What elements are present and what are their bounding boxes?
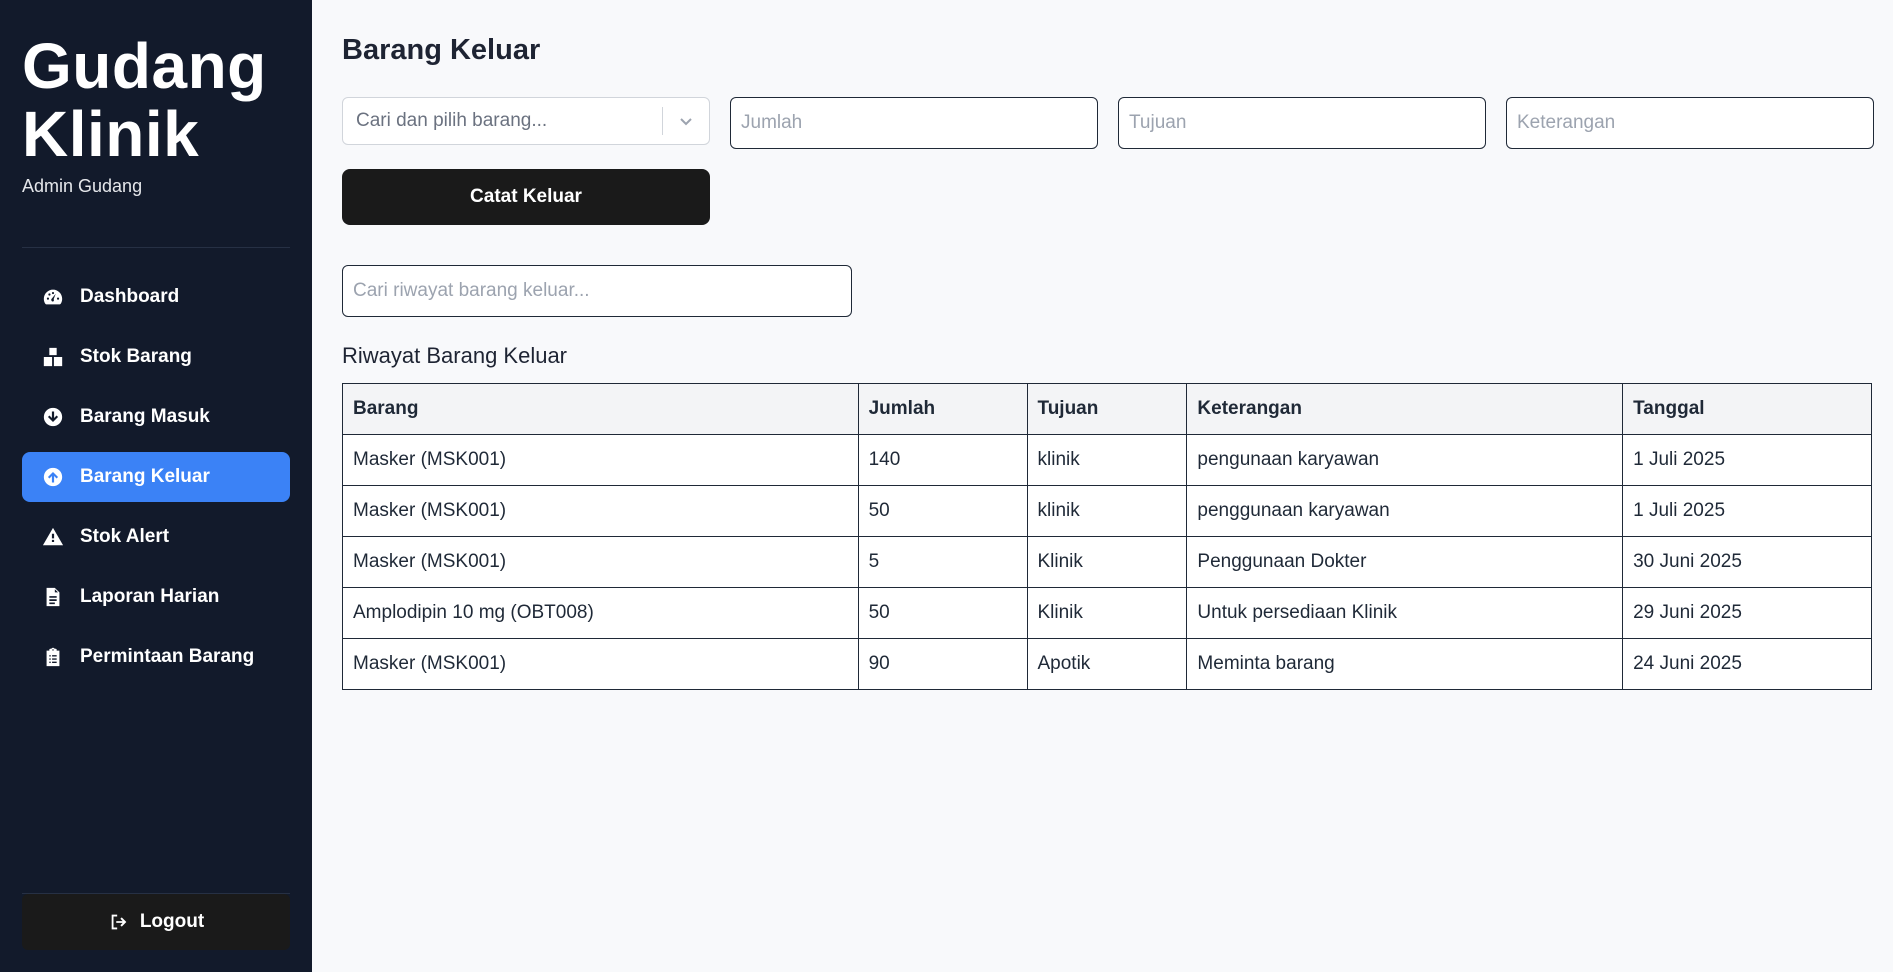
jumlah-input[interactable] [730, 97, 1098, 149]
column-header-jumlah: Jumlah [857, 383, 1028, 435]
sidebar-item-barang-masuk[interactable]: Barang Masuk [22, 392, 290, 442]
cell-tanggal: 1 Juli 2025 [1622, 485, 1872, 537]
keterangan-input[interactable] [1506, 97, 1874, 149]
cell-jumlah: 50 [857, 485, 1028, 537]
cell-jumlah: 50 [857, 587, 1028, 639]
cell-barang: Masker (MSK001) [342, 536, 859, 588]
table-row: Masker (MSK001) 140 klinik pengunaan kar… [342, 434, 1872, 486]
cell-tujuan: Klinik [1026, 536, 1188, 588]
brand-line-1: Gudang [22, 30, 267, 102]
sidebar-item-label: Barang Masuk [80, 406, 210, 427]
brand-title: Gudang Klinik [22, 0, 290, 168]
column-header-keterangan: Keterangan [1186, 383, 1624, 435]
logout-button[interactable]: Logout [22, 894, 290, 950]
cell-barang: Masker (MSK001) [342, 485, 859, 537]
column-header-tanggal: Tanggal [1622, 383, 1872, 435]
sign-out-icon [111, 914, 127, 930]
cell-tujuan: klinik [1026, 434, 1188, 486]
table-header-row: Barang Jumlah Tujuan Keterangan Tanggal [342, 383, 1872, 435]
clipboard-list-icon [42, 646, 64, 668]
cell-tanggal: 30 Juni 2025 [1622, 536, 1872, 588]
cell-jumlah: 140 [857, 434, 1028, 486]
chevron-down-icon[interactable] [663, 113, 709, 129]
logout-label: Logout [139, 911, 205, 932]
sidebar-item-dashboard[interactable]: Dashboard [22, 272, 290, 322]
column-header-barang: Barang [342, 383, 859, 435]
catat-keluar-button[interactable]: Catat Keluar [342, 169, 710, 225]
sidebar-item-label: Stok Alert [80, 526, 170, 547]
brand-subtitle: Admin Gudang [22, 176, 143, 196]
history-title: Riwayat Barang Keluar [342, 343, 568, 368]
table-row: Masker (MSK001) 50 klinik penggunaan kar… [342, 485, 1872, 537]
sidebar-item-stok-alert[interactable]: Stok Alert [22, 512, 290, 562]
cell-tujuan: klinik [1026, 485, 1188, 537]
cell-tujuan: Klinik [1026, 587, 1188, 639]
sidebar-item-label: Laporan Harian [80, 586, 220, 607]
cell-keterangan: penggunaan karyawan [1186, 485, 1624, 537]
history-search-input[interactable] [342, 265, 852, 317]
warning-icon [42, 526, 64, 548]
table-row: Masker (MSK001) 90 Apotik Meminta barang… [342, 638, 1872, 690]
brand-line-2: Klinik [22, 98, 200, 170]
cell-keterangan: Meminta barang [1186, 638, 1624, 690]
cell-tanggal: 1 Juli 2025 [1622, 434, 1872, 486]
item-select[interactable]: Cari dan pilih barang... [342, 97, 710, 145]
column-header-tujuan: Tujuan [1026, 383, 1188, 435]
sidebar-item-label: Dashboard [80, 286, 180, 307]
main-content: Barang Keluar Cari dan pilih barang... C… [312, 0, 1893, 972]
cell-tanggal: 24 Juni 2025 [1622, 638, 1872, 690]
cell-barang: Amplodipin 10 mg (OBT008) [342, 587, 859, 639]
sidebar-item-laporan-harian[interactable]: Laporan Harian [22, 572, 290, 622]
sidebar: Gudang Klinik Admin Gudang Dashboard Sto… [0, 0, 312, 972]
tujuan-input[interactable] [1118, 97, 1486, 149]
cell-keterangan: pengunaan karyawan [1186, 434, 1624, 486]
cell-keterangan: Penggunaan Dokter [1186, 536, 1624, 588]
outgoing-form: Cari dan pilih barang... [342, 97, 1874, 149]
cell-jumlah: 90 [857, 638, 1028, 690]
sidebar-item-label: Permintaan Barang [80, 646, 255, 667]
cell-keterangan: Untuk persediaan Klinik [1186, 587, 1624, 639]
logout-area: Logout [22, 893, 290, 950]
cell-tujuan: Apotik [1026, 638, 1188, 690]
sidebar-divider [22, 247, 290, 248]
sidebar-item-permintaan-barang[interactable]: Permintaan Barang [22, 632, 290, 682]
sidebar-item-label: Barang Keluar [80, 466, 210, 487]
app-root: Gudang Klinik Admin Gudang Dashboard Sto… [0, 0, 1893, 972]
arrow-circle-down-icon [42, 406, 64, 428]
arrow-circle-up-icon [42, 466, 64, 488]
sidebar-item-barang-keluar[interactable]: Barang Keluar [22, 452, 290, 502]
cell-tanggal: 29 Juni 2025 [1622, 587, 1872, 639]
cell-jumlah: 5 [857, 536, 1028, 588]
cell-barang: Masker (MSK001) [342, 638, 859, 690]
table-row: Masker (MSK001) 5 Klinik Penggunaan Dokt… [342, 536, 1872, 588]
page-title: Barang Keluar [342, 34, 541, 66]
sidebar-nav: Dashboard Stok Barang Barang Masuk Baran… [22, 272, 290, 682]
sidebar-item-stok-barang[interactable]: Stok Barang [22, 332, 290, 382]
item-select-placeholder: Cari dan pilih barang... [356, 110, 548, 131]
gauge-icon [42, 286, 64, 308]
boxes-icon [42, 346, 64, 368]
document-icon [42, 586, 64, 608]
table-row: Amplodipin 10 mg (OBT008) 50 Klinik Untu… [342, 587, 1872, 639]
history-table: Barang Jumlah Tujuan Keterangan Tanggal … [342, 383, 1872, 690]
sidebar-item-label: Stok Barang [80, 346, 192, 367]
cell-barang: Masker (MSK001) [342, 434, 859, 486]
